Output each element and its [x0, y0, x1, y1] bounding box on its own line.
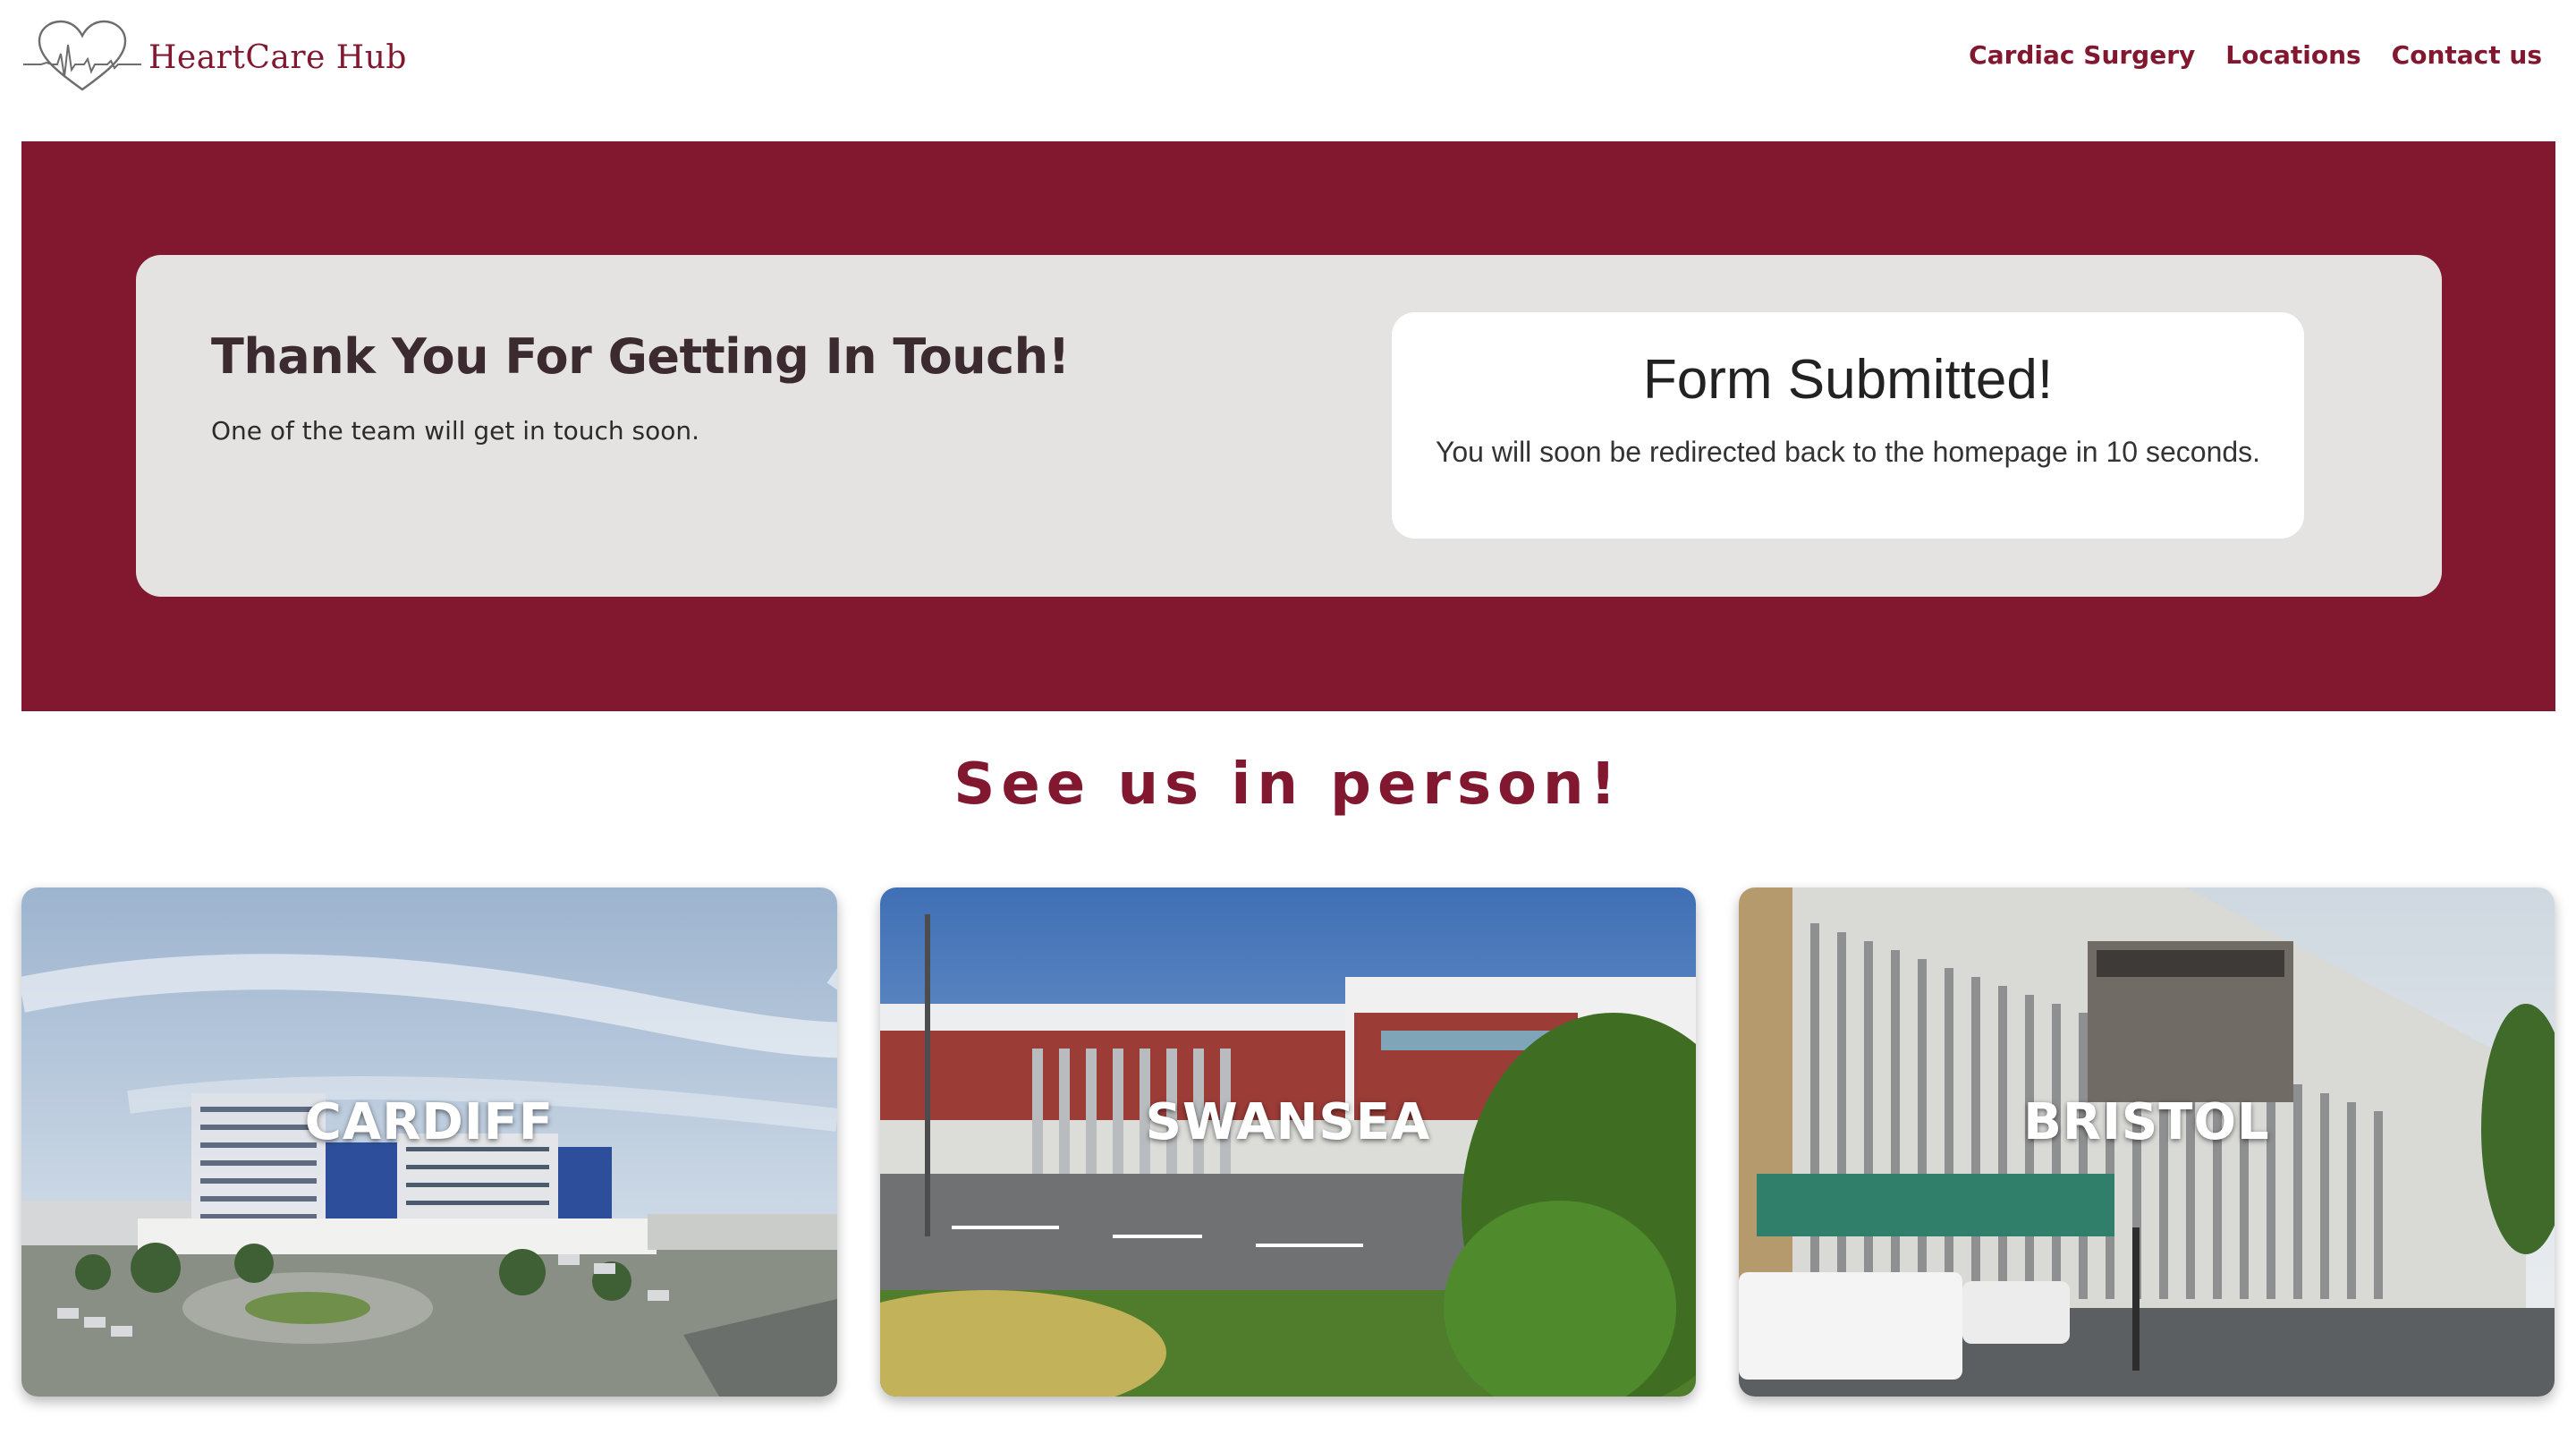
home-logo-link[interactable]: HeartCare Hub — [21, 18, 407, 97]
location-card-swansea[interactable]: SWANSEA — [880, 887, 1696, 1397]
nav-cardiac-surgery[interactable]: Cardiac Surgery — [1969, 36, 2195, 75]
page-title: Thank You For Getting In Touch! — [211, 328, 1070, 385]
page-subtitle: One of the team will get in touch soon. — [211, 416, 700, 446]
hero-banner: Thank You For Getting In Touch! One of t… — [21, 141, 2555, 711]
form-submitted-card: Form Submitted! You will soon be redirec… — [1392, 312, 2304, 539]
location-name-cardiff: CARDIFF — [304, 1093, 555, 1151]
site-header: HeartCare Hub Cardiac Surgery Locations … — [0, 0, 2576, 141]
locations-heading: See us in person! — [953, 751, 1623, 818]
redirect-message: You will soon be redirected back to the … — [1435, 436, 2261, 468]
brand-name: HeartCare Hub — [148, 38, 407, 76]
nav-contact-us[interactable]: Contact us — [2392, 36, 2542, 75]
form-submitted-title: Form Submitted! — [1642, 349, 2054, 411]
location-card-bristol[interactable]: BRISTOL — [1739, 887, 2555, 1397]
location-card-cardiff[interactable]: CARDIFF — [21, 887, 837, 1397]
main-nav: Cardiac Surgery Locations Contact us — [1969, 36, 2542, 75]
location-name-swansea: SWANSEA — [1145, 1093, 1431, 1151]
nav-locations[interactable]: Locations — [2225, 36, 2360, 75]
heart-ecg-icon — [23, 20, 141, 91]
confirmation-panel: Thank You For Getting In Touch! One of t… — [136, 255, 2442, 597]
location-name-bristol: BRISTOL — [2023, 1093, 2270, 1151]
